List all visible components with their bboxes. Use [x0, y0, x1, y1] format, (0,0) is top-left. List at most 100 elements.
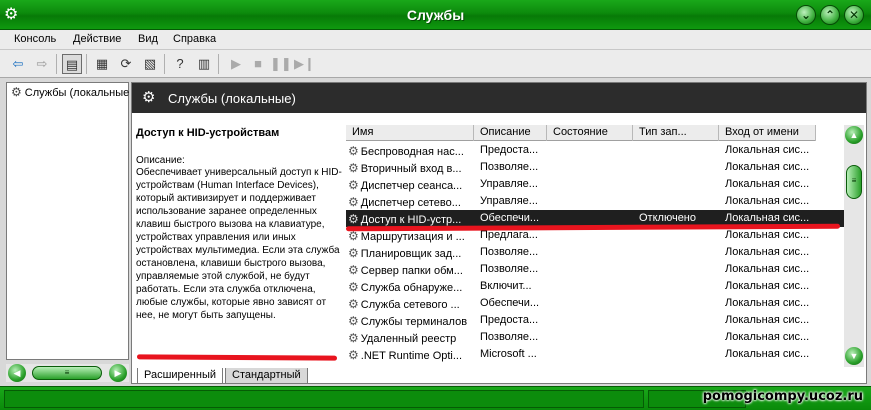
- tree-item-services-local[interactable]: ⚙ Службы (локальные: [11, 85, 129, 99]
- service-text: Локальная сис...: [725, 178, 810, 190]
- maximize-button[interactable]: ⌃: [820, 5, 840, 25]
- service-cell-logon: Локальная сис...: [725, 297, 820, 309]
- service-row[interactable]: ⚙ Диспетчер сеанса... Управляе... Локальная…: [346, 176, 844, 193]
- service-text: Включит...: [480, 280, 532, 292]
- scroll-thumb[interactable]: ≡: [846, 165, 862, 199]
- forward-icon[interactable]: ⇨: [32, 54, 52, 74]
- pause-icon[interactable]: ❚❚: [270, 54, 292, 74]
- export-list-icon[interactable]: ▧: [140, 54, 160, 74]
- service-gear-icon: ⚙: [348, 144, 359, 158]
- properties-icon[interactable]: ▦: [92, 54, 112, 74]
- service-cell-name: ⚙ Удаленный реестр: [348, 331, 474, 345]
- service-text: Вторичный вход в...: [360, 163, 462, 175]
- service-text: Управляе...: [480, 195, 538, 207]
- toolbar-separator: [218, 54, 219, 74]
- minimize-button[interactable]: ⌄: [796, 5, 816, 25]
- details-pane: ⚙ Службы (локальные) Доступ к HID-устрой…: [131, 82, 867, 384]
- service-description: Доступ к HID-устройствам Описание: Обесп…: [136, 127, 342, 322]
- service-row[interactable]: ⚙ Вторичный вход в... Позволяе... Локальная…: [346, 159, 844, 176]
- service-gear-icon: ⚙: [348, 212, 359, 226]
- column-header-logon-as[interactable]: Вход от имени: [719, 125, 816, 141]
- red-annotation-line: [136, 354, 338, 361]
- watermark: pomogicompy.ucoz.ru: [702, 389, 863, 404]
- service-row[interactable]: ⚙ Удаленный реестр Позволяе... Локальная си…: [346, 329, 844, 346]
- console-tree: ⚙ Службы (локальные: [6, 82, 129, 360]
- scroll-up-icon[interactable]: ▲: [845, 126, 863, 144]
- tab-extended[interactable]: Расширенный: [137, 368, 223, 384]
- menu-action[interactable]: Действие: [73, 33, 121, 45]
- scroll-right-icon[interactable]: ▶: [109, 364, 127, 382]
- title-bar[interactable]: ⚙ Службы ⌄ ⌃ ✕: [0, 0, 871, 30]
- list-vertical-scrollbar[interactable]: ▲ ≡ ▼: [844, 125, 864, 367]
- column-header-name[interactable]: Имя: [346, 125, 474, 141]
- scroll-thumb[interactable]: ≡: [32, 366, 102, 380]
- status-segment: [4, 390, 644, 408]
- service-cell-name: ⚙ Службы терминалов: [348, 314, 474, 328]
- start-icon[interactable]: ▶: [226, 54, 246, 74]
- services-list[interactable]: Имя Описание Состояние Тип зап... Вход о…: [346, 125, 844, 367]
- service-cell-logon: Локальная сис...: [725, 229, 820, 241]
- service-text: Удаленный реестр: [360, 333, 457, 345]
- scroll-left-icon[interactable]: ◀: [8, 364, 26, 382]
- service-row[interactable]: ⚙ Служба обнаруже... Включит... Локальная с…: [346, 278, 844, 295]
- stop-icon[interactable]: ■: [248, 54, 268, 74]
- service-gear-icon: ⚙: [348, 263, 359, 277]
- menu-console[interactable]: Консоль: [14, 33, 56, 45]
- service-text: Локальная сис...: [725, 331, 810, 343]
- service-cell-logon: Локальная сис...: [725, 178, 820, 190]
- service-text: Планировщик зад...: [360, 248, 462, 260]
- service-cell-logon: Локальная сис...: [725, 246, 820, 258]
- service-row[interactable]: ⚙ Сервер папки обм... Позволяе... Локальная…: [346, 261, 844, 278]
- service-row[interactable]: ⚙ Службы терминалов Предоста... Локальная с…: [346, 312, 844, 329]
- service-cell-name: ⚙ Сервер папки обм...: [348, 263, 474, 277]
- service-gear-icon: ⚙: [348, 331, 359, 345]
- service-text: Локальная сис...: [725, 297, 810, 309]
- back-icon[interactable]: ⇦: [8, 54, 28, 74]
- show-hide-tree-icon[interactable]: ▤: [62, 54, 82, 74]
- service-text: Microsoft ...: [480, 348, 537, 360]
- services-gear-icon: ⚙: [142, 89, 156, 106]
- close-button[interactable]: ✕: [844, 5, 864, 25]
- service-text: Локальная сис...: [725, 246, 810, 258]
- column-header-state[interactable]: Состояние: [547, 125, 633, 141]
- service-cell-name: ⚙ Диспетчер сетево...: [348, 195, 474, 209]
- service-text: Локальная сис...: [725, 144, 810, 156]
- refresh-icon[interactable]: ⟳: [116, 54, 136, 74]
- menu-help[interactable]: Справка: [173, 33, 216, 45]
- service-row[interactable]: ⚙ Диспетчер сетево... Управляе... Локальная…: [346, 193, 844, 210]
- service-cell-name: ⚙ .NET Runtime Opti...: [348, 348, 474, 362]
- service-text: Локальная сис...: [725, 161, 810, 173]
- service-text: Предоста...: [480, 314, 539, 326]
- column-header-description[interactable]: Описание: [474, 125, 547, 141]
- service-gear-icon: ⚙: [348, 161, 359, 175]
- service-cell-desc: Обеспечи...: [480, 212, 551, 224]
- menu-view[interactable]: Вид: [138, 33, 158, 45]
- service-text: Сервер папки обм...: [360, 265, 463, 277]
- service-cell-desc: Управляе...: [480, 178, 551, 190]
- service-row[interactable]: ⚙ Служба сетевого ... Обеспечи... Локальная…: [346, 295, 844, 312]
- service-cell-desc: Позволяе...: [480, 161, 551, 173]
- service-cell-desc: Предлага...: [480, 229, 551, 241]
- toolbar-separator: [164, 54, 165, 74]
- column-header-startup-type[interactable]: Тип зап...: [633, 125, 719, 141]
- service-cell-name: ⚙ Диспетчер сеанса...: [348, 178, 474, 192]
- service-row[interactable]: ⚙ Беспроводная нас... Предоста... Локальная…: [346, 142, 844, 159]
- tree-horizontal-scrollbar[interactable]: ◀ ≡ ▶: [6, 364, 129, 382]
- scroll-down-icon[interactable]: ▼: [845, 347, 863, 365]
- restart-icon[interactable]: ▶❙: [294, 54, 315, 74]
- service-text: .NET Runtime Opti...: [360, 350, 463, 362]
- service-text: Обеспечи...: [480, 212, 540, 224]
- service-text: Службы терминалов: [360, 316, 468, 328]
- tab-standard[interactable]: Стандартный: [225, 368, 308, 384]
- service-cell-desc: Позволяе...: [480, 331, 551, 343]
- pane-header: ⚙ Службы (локальные): [132, 83, 866, 113]
- service-cell-desc: Обеспечи...: [480, 297, 551, 309]
- service-row[interactable]: ⚙ .NET Runtime Opti... Microsoft ... Локаль…: [346, 346, 844, 363]
- service-cell-name: ⚙ Доступ к HID-устр...: [348, 212, 474, 226]
- action-pane-icon[interactable]: ▥: [194, 54, 214, 74]
- service-row[interactable]: ⚙ Планировщик зад... Позволяе... Локальная …: [346, 244, 844, 261]
- service-text: Диспетчер сетево...: [360, 197, 461, 209]
- help-icon[interactable]: ?: [170, 54, 190, 74]
- service-cell-type: Отключено: [639, 212, 723, 224]
- service-cell-desc: Позволяе...: [480, 246, 551, 258]
